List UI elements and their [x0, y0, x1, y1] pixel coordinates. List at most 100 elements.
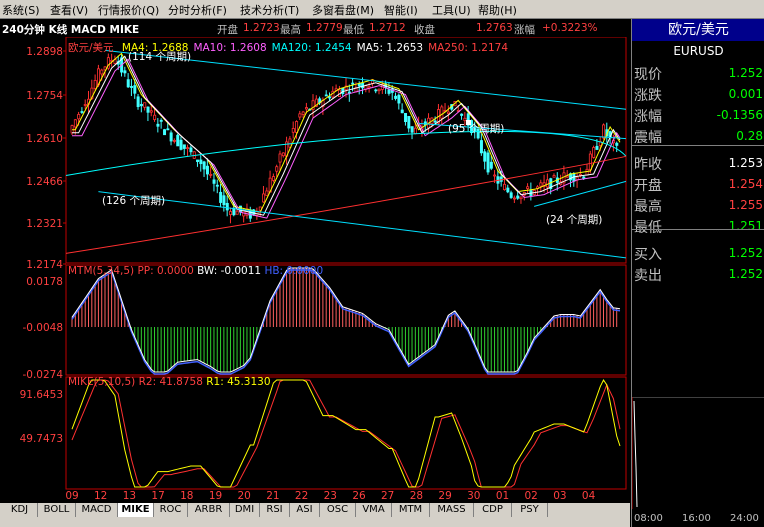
menu-item-4[interactable]: 技术分析(T)	[240, 2, 299, 18]
x-tick-label: 26	[352, 490, 366, 502]
candle-body	[139, 103, 143, 107]
tab-cdp[interactable]: CDP	[474, 503, 512, 517]
x-tick-label: 22	[295, 490, 308, 502]
candle-body	[479, 140, 483, 154]
panel-row-value: 1.252	[728, 267, 763, 281]
candle-body	[149, 110, 153, 113]
time-tick-label: 16:00	[682, 513, 711, 524]
candle-body	[324, 94, 328, 97]
candle-body	[229, 211, 233, 215]
candle-body	[351, 82, 355, 85]
candle-body	[595, 145, 599, 150]
mike-r2: R2: 41.8758	[138, 376, 203, 388]
candle-body	[503, 183, 507, 191]
menu-item-8[interactable]: 帮助(H)	[478, 2, 517, 18]
price-tick-label: 1.2898	[26, 46, 63, 58]
candle-body	[212, 179, 216, 184]
candle-body	[301, 111, 305, 115]
panel-row-0: 现价 1.252	[632, 63, 764, 83]
mike-panel-border	[65, 376, 627, 490]
candle-body	[278, 153, 282, 163]
panel-row-label: 现价	[634, 67, 662, 83]
tab-macd[interactable]: MACD	[76, 503, 118, 517]
panel-row-1: 涨跌 0.001	[632, 84, 764, 104]
tab-vma[interactable]: VMA	[356, 503, 392, 517]
tab-osc[interactable]: OSC	[320, 503, 356, 517]
candle-body	[539, 182, 543, 187]
ma-legend-item-1: MA10: 1.2608	[193, 42, 267, 54]
tab-rsi[interactable]: RSI	[260, 503, 290, 517]
candle-body	[592, 147, 596, 158]
candle-body	[100, 69, 104, 75]
tab-dmi[interactable]: DMI	[230, 503, 260, 517]
tab-mtm[interactable]: MTM	[392, 503, 430, 517]
panel-row-8: 买入 1.252	[632, 243, 764, 263]
menu-item-0[interactable]: 系统(S)	[2, 2, 40, 18]
candle-body	[209, 173, 213, 176]
tab-roc[interactable]: ROC	[154, 503, 188, 517]
tab-arbr[interactable]: ARBR	[188, 503, 230, 517]
x-tick-label: 17	[151, 490, 164, 502]
candle-body	[163, 129, 167, 136]
candle-body	[413, 127, 417, 135]
candle-body	[489, 161, 493, 169]
tab-asi[interactable]: ASI	[290, 503, 320, 517]
mtm-hb: HB: 0.0000	[264, 265, 324, 277]
panel-row-label: 震幅	[634, 130, 662, 146]
price-tick-label: 1.2321	[26, 218, 63, 230]
candle-body	[215, 184, 219, 187]
panel-row-value: 1.253	[728, 156, 763, 170]
candle-body	[552, 175, 556, 178]
candle-body	[281, 152, 285, 157]
candle-body	[582, 176, 586, 179]
mtm-title: MTM(5,34,5)	[68, 265, 135, 277]
time-tick-label: 08:00	[634, 513, 663, 524]
ma-legend-item-4: MA250: 1.2174	[428, 42, 509, 54]
candle-body	[509, 192, 513, 198]
price-tick-label: 1.2466	[26, 176, 63, 188]
tab-psy[interactable]: PSY	[512, 503, 548, 517]
x-tick-label: 30	[467, 490, 480, 502]
candle-body	[225, 202, 229, 211]
candle-body	[374, 89, 378, 92]
panel-row-7: 最低 1.251	[632, 216, 764, 236]
mtm-tick-label: -0.0048	[22, 322, 63, 334]
candle-body	[499, 176, 503, 182]
price-tick-label: 1.2754	[26, 90, 63, 102]
menu-item-6[interactable]: 智能(I)	[384, 2, 418, 18]
candle-body	[73, 119, 77, 128]
panel-row-6: 最高 1.255	[632, 195, 764, 215]
menu-item-7[interactable]: 工具(U)	[432, 2, 471, 18]
menu-item-2[interactable]: 行情报价(Q)	[98, 2, 159, 18]
mike-tick-label: 49.7473	[20, 433, 63, 445]
candle-body	[404, 112, 408, 123]
ma-legend-item-3: MA5: 1.2653	[356, 42, 424, 54]
tab-boll[interactable]: BOLL	[38, 503, 76, 517]
tab-mass[interactable]: MASS	[430, 503, 474, 517]
menu-item-3[interactable]: 分时分析(F)	[168, 2, 227, 18]
candle-body	[80, 111, 84, 113]
menu-item-5[interactable]: 多窗看盘(M)	[312, 2, 374, 18]
panel-row-label: 涨幅	[634, 109, 662, 125]
mike-title: MIKE(5,10,5)	[68, 376, 136, 388]
low-value: 1.2712	[369, 22, 406, 34]
candle-body	[186, 147, 190, 150]
candle-body	[483, 151, 487, 162]
x-tick-label: 13	[123, 490, 136, 502]
menu-item-1[interactable]: 查看(V)	[50, 2, 88, 18]
candle-body	[222, 195, 226, 206]
cycle-annotation: (126 个周期)	[102, 195, 165, 207]
cycle-marker	[466, 120, 471, 125]
price-tick-label: 1.2174	[26, 259, 63, 271]
tab-kdj[interactable]: KDJ	[2, 503, 38, 517]
candle-body	[205, 165, 209, 175]
x-tick-label: 01	[496, 490, 509, 502]
x-tick-label: 23	[324, 490, 337, 502]
candle-body	[166, 128, 170, 131]
tab-mike[interactable]: MIKE	[118, 503, 154, 517]
candle-body	[519, 196, 523, 200]
candle-body	[202, 161, 206, 170]
mike-tick-label: 91.6453	[20, 389, 63, 401]
candle-body	[407, 116, 411, 129]
mike-r1-line	[71, 378, 621, 488]
